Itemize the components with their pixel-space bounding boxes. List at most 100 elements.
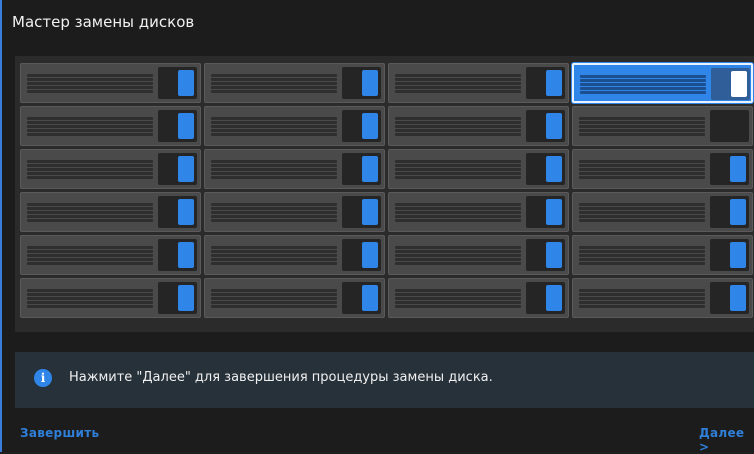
drive-indicator — [546, 242, 562, 268]
vent-line — [211, 90, 337, 93]
disk-bay[interactable] — [204, 192, 385, 232]
bay-vent-lines — [395, 115, 521, 139]
vent-line — [27, 121, 153, 124]
drive-slot — [526, 67, 565, 99]
disk-bay[interactable] — [204, 235, 385, 275]
vent-line — [211, 74, 337, 77]
vent-line — [395, 172, 521, 175]
drive-slot — [342, 67, 381, 99]
vent-line — [27, 82, 153, 85]
vent-line — [395, 168, 521, 171]
vent-line — [579, 121, 705, 124]
vent-line — [579, 211, 705, 214]
bay-vent-lines — [395, 72, 521, 96]
vent-line — [211, 82, 337, 85]
vent-line — [579, 258, 705, 261]
drive-slot — [342, 239, 381, 271]
vent-line — [579, 203, 705, 206]
vent-line — [579, 246, 705, 249]
vent-line — [395, 262, 521, 265]
disk-bay[interactable] — [572, 149, 753, 189]
bay-vent-lines — [27, 287, 153, 311]
vent-line — [395, 133, 521, 136]
vent-line — [579, 117, 705, 120]
vent-line — [211, 305, 337, 308]
vent-line — [27, 129, 153, 132]
disk-bay[interactable] — [388, 235, 569, 275]
drive-indicator — [546, 199, 562, 225]
disk-bay[interactable] — [20, 106, 201, 146]
disk-bay[interactable] — [572, 106, 753, 146]
drive-indicator — [362, 285, 378, 311]
vent-line — [395, 78, 521, 81]
vent-line — [211, 203, 337, 206]
drive-slot — [342, 196, 381, 228]
vent-line — [395, 203, 521, 206]
drive-slot — [710, 196, 749, 228]
vent-line — [579, 125, 705, 128]
vent-line — [579, 168, 705, 171]
bay-vent-lines — [579, 201, 705, 225]
disk-bay[interactable] — [204, 278, 385, 318]
vent-line — [27, 246, 153, 249]
disk-bay[interactable] — [388, 192, 569, 232]
vent-line — [579, 289, 705, 292]
vent-line — [211, 262, 337, 265]
drive-indicator — [362, 199, 378, 225]
finish-button[interactable]: Завершить — [20, 426, 99, 440]
bay-vent-lines — [211, 201, 337, 225]
disk-bay[interactable] — [20, 192, 201, 232]
bay-vent-lines — [395, 201, 521, 225]
disk-rack — [15, 56, 754, 332]
vent-line — [395, 301, 521, 304]
disk-bay[interactable] — [572, 278, 753, 318]
disk-bay[interactable] — [204, 149, 385, 189]
disk-bay[interactable] — [20, 63, 201, 103]
disk-bay[interactable] — [388, 149, 569, 189]
disk-bay[interactable] — [204, 63, 385, 103]
disk-bay[interactable] — [388, 63, 569, 103]
vent-line — [27, 215, 153, 218]
vent-line — [27, 86, 153, 89]
disk-bay[interactable] — [388, 278, 569, 318]
vent-line — [27, 117, 153, 120]
disk-bay[interactable] — [388, 106, 569, 146]
bay-vent-lines — [579, 287, 705, 311]
vent-line — [395, 305, 521, 308]
bay-vent-lines — [211, 158, 337, 182]
drive-slot — [158, 239, 197, 271]
vent-line — [27, 160, 153, 163]
vent-line — [211, 254, 337, 257]
vent-line — [579, 172, 705, 175]
vent-line — [211, 168, 337, 171]
vent-line — [211, 207, 337, 210]
vent-line — [211, 301, 337, 304]
disk-bay[interactable] — [572, 192, 753, 232]
vent-line — [27, 297, 153, 300]
next-button[interactable]: Далее > — [699, 426, 754, 454]
disk-bay[interactable] — [572, 235, 753, 275]
vent-line — [27, 168, 153, 171]
disk-bay[interactable] — [20, 278, 201, 318]
disk-bay[interactable] — [572, 63, 753, 103]
vent-line — [27, 176, 153, 179]
vent-line — [27, 301, 153, 304]
vent-line — [211, 172, 337, 175]
vent-line — [579, 160, 705, 163]
drive-slot — [158, 153, 197, 185]
drive-indicator — [178, 199, 194, 225]
vent-line — [579, 176, 705, 179]
drive-slot — [342, 282, 381, 314]
vent-line — [580, 83, 706, 86]
info-icon: i — [34, 369, 52, 387]
disk-bay[interactable] — [20, 149, 201, 189]
vent-line — [395, 258, 521, 261]
vent-line — [395, 86, 521, 89]
drive-indicator — [178, 242, 194, 268]
info-banner: i Нажмите "Далее" для завершения процеду… — [15, 352, 754, 408]
vent-line — [27, 90, 153, 93]
drive-indicator — [178, 156, 194, 182]
disk-bay[interactable] — [20, 235, 201, 275]
drive-slot — [158, 67, 197, 99]
disk-bay[interactable] — [204, 106, 385, 146]
